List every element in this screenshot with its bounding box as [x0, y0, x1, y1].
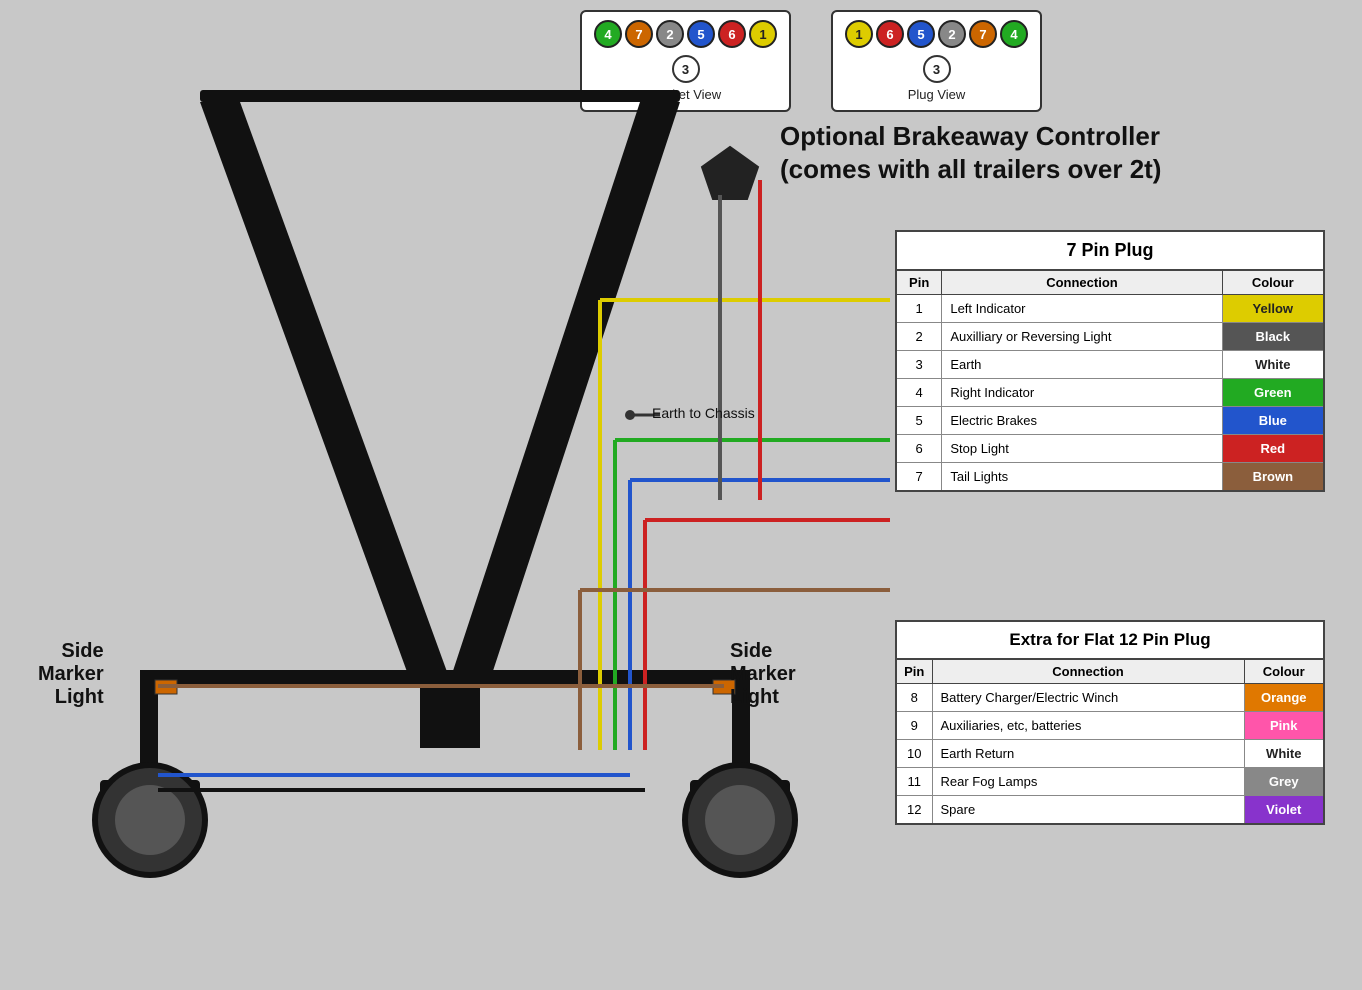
colour-cell: Yellow [1222, 295, 1324, 323]
colour-cell: White [1244, 740, 1324, 768]
col-colour-header: Colour [1222, 270, 1324, 295]
connection-name: Stop Light [942, 435, 1222, 463]
col-colour-header-12: Colour [1244, 659, 1324, 684]
table-row: 5 Electric Brakes Blue [896, 407, 1324, 435]
pin-number: 10 [896, 740, 932, 768]
table-row: 10 Earth Return White [896, 740, 1324, 768]
pin-number: 12 [896, 796, 932, 825]
pin-number: 4 [896, 379, 942, 407]
pin-number: 9 [896, 712, 932, 740]
colour-cell: Grey [1244, 768, 1324, 796]
table-row: 2 Auxilliary or Reversing Light Black [896, 323, 1324, 351]
pin-number: 11 [896, 768, 932, 796]
colour-cell: Pink [1244, 712, 1324, 740]
colour-cell: Red [1222, 435, 1324, 463]
table-7pin: 7 Pin Plug Pin Connection Colour 1 Left … [895, 230, 1325, 492]
col-pin-header: Pin [896, 270, 942, 295]
colour-cell: Black [1222, 323, 1324, 351]
connection-name: Earth [942, 351, 1222, 379]
col-pin-header-12: Pin [896, 659, 932, 684]
connection-name: Tail Lights [942, 463, 1222, 492]
colour-cell: Violet [1244, 796, 1324, 825]
col-connection-header-12: Connection [932, 659, 1244, 684]
table-row: 9 Auxiliaries, etc, batteries Pink [896, 712, 1324, 740]
table-row: 7 Tail Lights Brown [896, 463, 1324, 492]
pin-number: 7 [896, 463, 942, 492]
table-12pin: Extra for Flat 12 Pin Plug Pin Connectio… [895, 620, 1325, 825]
connection-name: Right Indicator [942, 379, 1222, 407]
colour-cell: Blue [1222, 407, 1324, 435]
table-row: 6 Stop Light Red [896, 435, 1324, 463]
colour-cell: Orange [1244, 684, 1324, 712]
pin-number: 2 [896, 323, 942, 351]
col-connection-header: Connection [942, 270, 1222, 295]
table-row: 1 Left Indicator Yellow [896, 295, 1324, 323]
connection-name: Auxilliary or Reversing Light [942, 323, 1222, 351]
connection-name: Auxiliaries, etc, batteries [932, 712, 1244, 740]
table-7pin-title: 7 Pin Plug [896, 231, 1324, 270]
side-marker-left-label: SideMarkerLight [38, 640, 104, 709]
connection-name: Earth Return [932, 740, 1244, 768]
earth-chassis-label: Earth to Chassis [652, 405, 755, 421]
table-row: 3 Earth White [896, 351, 1324, 379]
connection-name: Left Indicator [942, 295, 1222, 323]
side-marker-right-label: SideMarkerLight [730, 640, 796, 709]
pin-number: 6 [896, 435, 942, 463]
plug-pin-2: 2 [938, 20, 966, 48]
table-row: 4 Right Indicator Green [896, 379, 1324, 407]
table-row: 12 Spare Violet [896, 796, 1324, 825]
pin-number: 5 [896, 407, 942, 435]
connection-name: Battery Charger/Electric Winch [932, 684, 1244, 712]
colour-cell: Brown [1222, 463, 1324, 492]
plug-pin-7: 7 [969, 20, 997, 48]
plug-pin-5: 5 [907, 20, 935, 48]
pin-number: 1 [896, 295, 942, 323]
trailer-diagram [0, 0, 900, 990]
table-row: 11 Rear Fog Lamps Grey [896, 768, 1324, 796]
pin-number: 8 [896, 684, 932, 712]
plug-pin-4: 4 [1000, 20, 1028, 48]
colour-cell: White [1222, 351, 1324, 379]
plug-pin-3: 3 [923, 55, 951, 83]
pin-number: 3 [896, 351, 942, 379]
colour-cell: Green [1222, 379, 1324, 407]
connection-name: Spare [932, 796, 1244, 825]
table-12pin-title: Extra for Flat 12 Pin Plug [896, 621, 1324, 659]
table-row: 8 Battery Charger/Electric Winch Orange [896, 684, 1324, 712]
connection-name: Electric Brakes [942, 407, 1222, 435]
connection-name: Rear Fog Lamps [932, 768, 1244, 796]
